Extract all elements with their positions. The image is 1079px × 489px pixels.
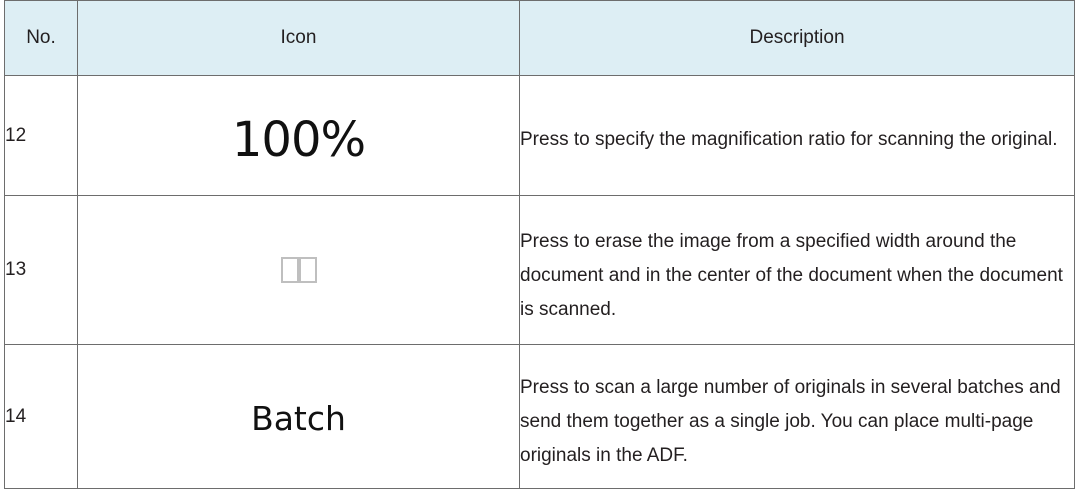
magnification-ratio-icon: 100% xyxy=(231,111,366,168)
table-body: 12 100% Press to specify the magnificati… xyxy=(4,75,1075,489)
row-number: 12 xyxy=(4,75,78,196)
table-row: 13 Press to erase the image from a speci… xyxy=(4,195,1075,345)
row-description: Press to erase the image from a specifie… xyxy=(519,195,1075,345)
header-row: No. Icon Description xyxy=(4,0,1075,76)
row-description: Press to specify the magnification ratio… xyxy=(519,75,1075,196)
header-description: Description xyxy=(519,0,1075,76)
row-description: Press to scan a large number of original… xyxy=(519,344,1075,489)
table-row: 14 Batch Press to scan a large number of… xyxy=(4,344,1075,489)
row-number: 13 xyxy=(4,195,78,345)
icon-cell xyxy=(77,195,520,345)
header-no: No. xyxy=(4,0,78,76)
table-header: No. Icon Description xyxy=(4,0,1075,76)
row-number: 14 xyxy=(4,344,78,489)
batch-icon: Batch xyxy=(251,399,346,438)
header-icon: Icon xyxy=(77,0,520,76)
erase-border-center-icon xyxy=(280,257,317,283)
table-row: 12 100% Press to specify the magnificati… xyxy=(4,75,1075,196)
icon-cell: Batch xyxy=(77,344,520,489)
icon-description-table: No. Icon Description 12 100% Press to sp… xyxy=(4,0,1075,489)
icon-cell: 100% xyxy=(77,75,520,196)
